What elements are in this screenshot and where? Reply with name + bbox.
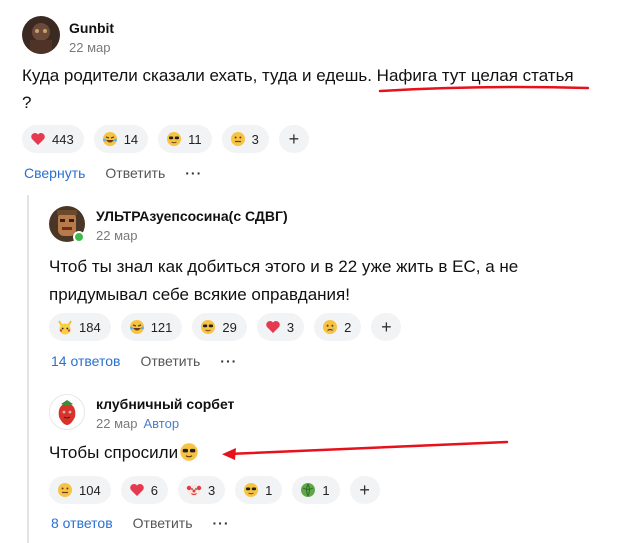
reaction-neutral[interactable]: 104: [49, 476, 111, 504]
reaction-cool[interactable]: 1: [235, 476, 283, 504]
author-badge: Автор: [143, 416, 180, 431]
more-options-icon[interactable]: ···: [213, 515, 230, 531]
reply2-reactions: 104 6 3 1 1 +: [49, 476, 380, 504]
reaction-heart[interactable]: 6: [120, 476, 168, 504]
heart-icon: [129, 484, 144, 496]
reply2-actions: 8 ответов Ответить ···: [51, 515, 230, 531]
heart-icon: [31, 133, 45, 145]
reaction-neutral[interactable]: 3: [221, 125, 269, 153]
show-replies-button[interactable]: 14 ответов: [51, 353, 120, 369]
reply1-actions: 14 ответов Ответить ···: [51, 353, 237, 369]
comment-reactions: 443 14 11 3 +: [22, 125, 309, 153]
comment-text-after: ?: [22, 93, 32, 112]
laugh-tears-icon: [129, 320, 144, 334]
reaction-count: 29: [222, 319, 237, 335]
reaction-heart[interactable]: 443: [22, 125, 84, 153]
reply1-date: 22 мар: [96, 228, 137, 243]
neutral-face-icon: [230, 132, 245, 146]
plus-icon: +: [288, 128, 300, 149]
reply2-text-body: Чтобы спросили: [49, 443, 179, 462]
reaction-count: 14: [123, 131, 139, 147]
comment-text: Куда родители сказали ехать, туда и едеш…: [22, 62, 612, 116]
sunglasses-icon: [244, 483, 259, 497]
cabbage-icon: [301, 483, 316, 497]
reply2-meta: 22 мар Автор: [96, 416, 179, 431]
more-options-icon[interactable]: ···: [185, 165, 202, 181]
laugh-tears-icon: [102, 132, 117, 146]
crying-face-icon: [323, 320, 338, 334]
reaction-heart[interactable]: 3: [256, 313, 305, 341]
pikachu-icon: [58, 320, 72, 335]
reaction-count: 104: [79, 482, 101, 498]
reaction-count: 11: [188, 131, 202, 147]
add-reaction-button[interactable]: +: [371, 313, 402, 341]
reply-button[interactable]: Ответить: [133, 515, 193, 531]
plus-icon: +: [381, 316, 392, 337]
reaction-count: 3: [207, 482, 216, 498]
online-indicator: [73, 231, 85, 243]
comment-actions: Свернуть Ответить ···: [24, 165, 202, 181]
avatar-gunbit[interactable]: [22, 16, 60, 54]
reaction-laugh[interactable]: 121: [120, 313, 183, 341]
neutral-face-icon: [58, 483, 72, 497]
comment-date: 22 мар: [69, 40, 110, 55]
reaction-count: 121: [150, 319, 173, 335]
reply1-author[interactable]: УЛЬТРАзуепсосина(с СДВГ): [96, 208, 288, 224]
reaction-pikachu[interactable]: 184: [49, 313, 111, 341]
comment-text-highlight: Нафига тут целая статья: [376, 66, 574, 85]
reaction-count: 3: [286, 319, 295, 335]
reaction-count: 2: [344, 319, 352, 335]
show-replies-button[interactable]: 8 ответов: [51, 515, 113, 531]
reply1-text: Чтоб ты знал как добиться этого и в 22 у…: [49, 257, 519, 304]
reaction-crying[interactable]: 2: [314, 313, 362, 341]
reaction-count: 1: [322, 482, 330, 498]
reaction-cool[interactable]: 29: [192, 313, 247, 341]
reply2-author[interactable]: клубничный сорбет: [96, 396, 234, 412]
date-text: 22 мар: [96, 228, 138, 243]
reaction-clown[interactable]: 3: [177, 476, 226, 504]
date-text: 22 мар: [69, 40, 111, 55]
thread-line: [27, 195, 29, 543]
sunglasses-icon: [167, 132, 182, 146]
plus-icon: +: [359, 479, 370, 500]
reaction-cabbage[interactable]: 1: [292, 476, 340, 504]
collapse-button[interactable]: Свернуть: [24, 165, 85, 181]
sunglasses-emoji-icon: [180, 443, 198, 461]
comment-author[interactable]: Gunbit: [69, 20, 114, 36]
reaction-cool[interactable]: 11: [158, 125, 212, 153]
reply-button[interactable]: Ответить: [140, 353, 200, 369]
sunglasses-icon: [201, 320, 216, 334]
reply2-text: Чтобы спросили: [49, 439, 199, 466]
add-reaction-button[interactable]: +: [349, 476, 380, 504]
reaction-count: 1: [265, 482, 273, 498]
date-text: 22 мар: [96, 416, 138, 431]
reaction-count: 6: [150, 482, 158, 498]
reaction-count: 443: [52, 131, 74, 147]
reply1-reactions: 184 121 29 3 2 +: [49, 313, 402, 341]
comment-text-before: Куда родители сказали ехать, туда и едеш…: [22, 66, 377, 85]
clown-icon: [186, 484, 202, 497]
add-reaction-button[interactable]: +: [278, 125, 309, 153]
reply-button[interactable]: Ответить: [105, 165, 165, 181]
avatar-reply2[interactable]: [49, 394, 85, 430]
reaction-count: 184: [79, 319, 101, 335]
heart-icon: [266, 321, 280, 333]
reaction-laugh[interactable]: 14: [93, 125, 149, 153]
reaction-count: 3: [251, 131, 259, 147]
more-options-icon[interactable]: ···: [220, 353, 237, 369]
